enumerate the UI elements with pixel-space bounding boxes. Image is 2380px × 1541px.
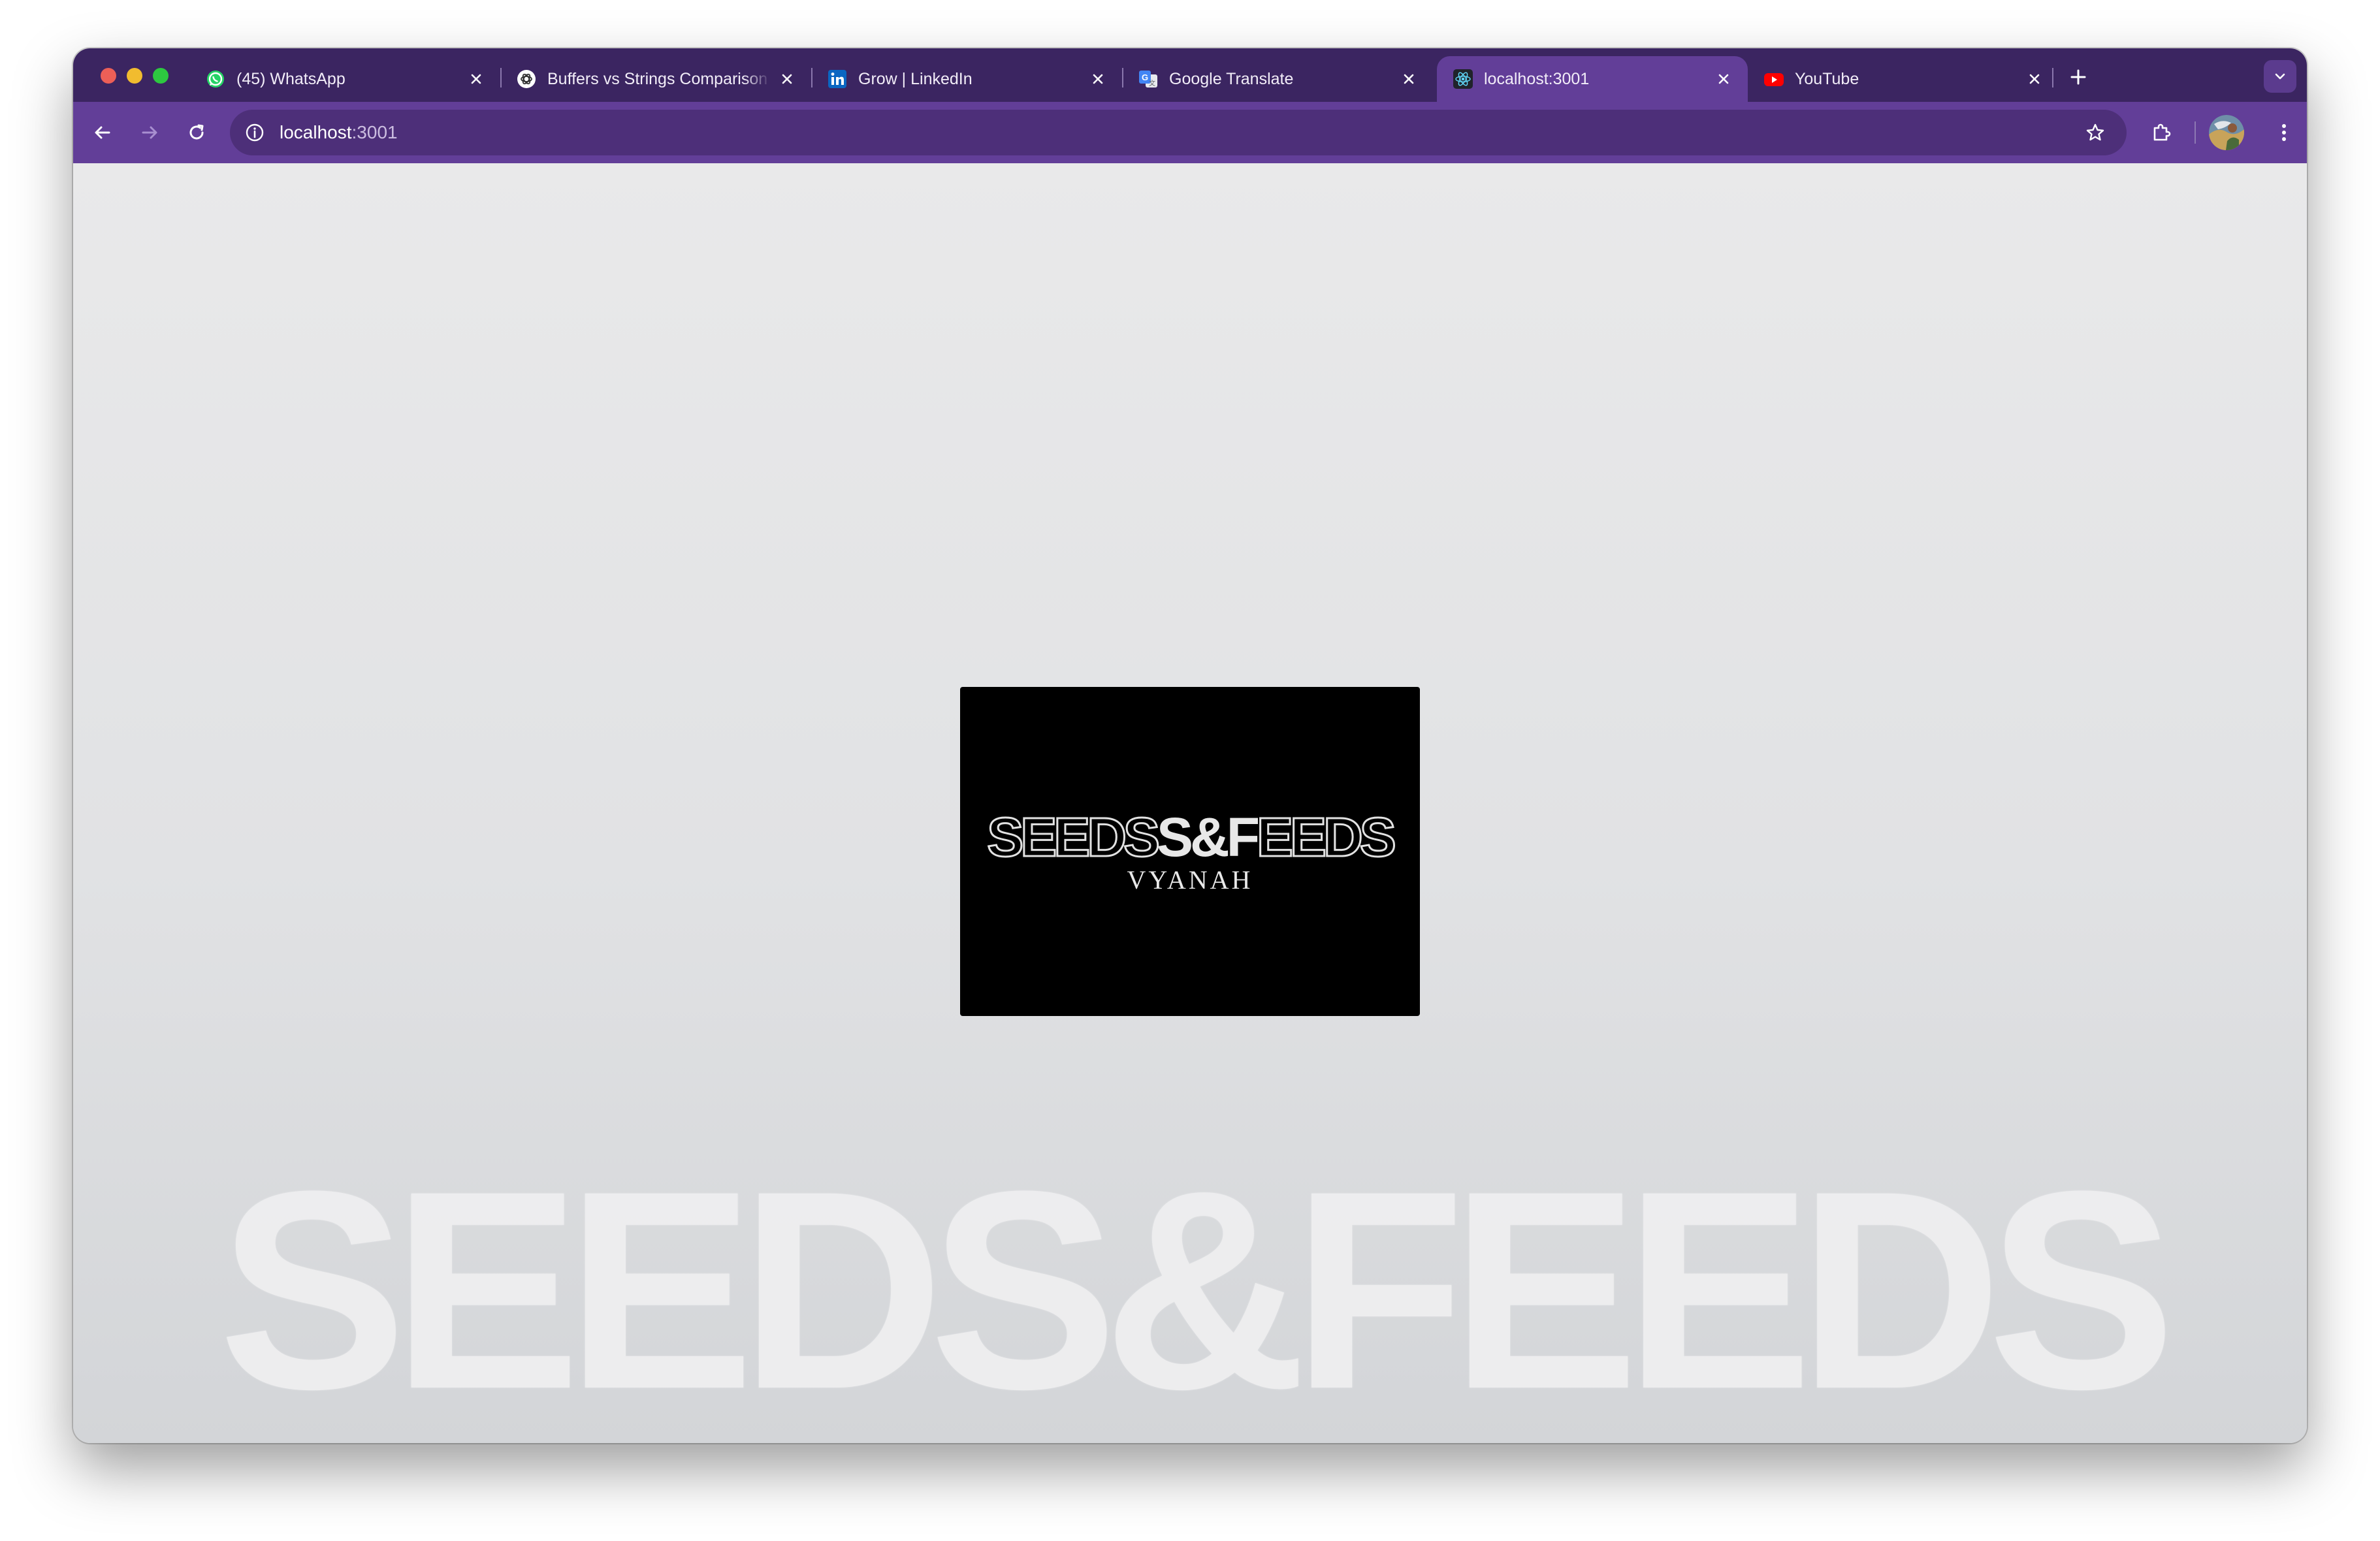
back-button[interactable] [88, 118, 118, 148]
tab-title: localhost:3001 [1484, 69, 1590, 88]
tab-strip: (45) WhatsApp Buffers vs Strings Compari… [73, 48, 2307, 102]
wordmark-part: SEEDS [986, 806, 1161, 868]
tab-localhost[interactable]: localhost:3001 [1437, 56, 1748, 102]
url-port: :3001 [351, 122, 398, 142]
svg-text:文: 文 [1149, 79, 1155, 87]
browser-toolbar: localhost:3001 [73, 102, 2307, 163]
profile-avatar[interactable] [2209, 115, 2244, 150]
background-watermark: SEEDS&FEEDS [218, 1132, 2176, 1443]
site-info-icon[interactable] [243, 121, 266, 144]
wordmark-part: S&F [1157, 806, 1260, 868]
puzzle-icon [2153, 123, 2171, 141]
tab-whatsapp[interactable]: (45) WhatsApp [189, 56, 500, 102]
browser-window: (45) WhatsApp Buffers vs Strings Compari… [73, 48, 2307, 1443]
url-host: localhost [280, 122, 352, 142]
new-tab-button[interactable] [2066, 65, 2090, 89]
openai-icon [516, 69, 537, 89]
address-bar[interactable]: localhost:3001 [230, 110, 2127, 155]
brand-logo-card: SEEDSS&FEEDS VYANAH [960, 687, 1420, 1016]
close-icon[interactable] [1714, 69, 1733, 89]
tab-title: YouTube [1795, 69, 1859, 88]
address-url: localhost:3001 [280, 110, 398, 155]
more-vertical-icon [2282, 124, 2286, 141]
forward-button[interactable] [135, 118, 165, 148]
brand-subtitle: VYANAH [1127, 865, 1253, 895]
youtube-icon [1763, 69, 1784, 89]
svg-text:G: G [1142, 72, 1148, 82]
tab-linkedin[interactable]: Grow | LinkedIn [811, 56, 1122, 102]
bookmark-star-icon[interactable] [2082, 119, 2108, 146]
tab-title: Buffers vs Strings Comparison [547, 69, 768, 88]
arrow-left-icon [95, 126, 110, 139]
tab-buffers-vs-strings[interactable]: Buffers vs Strings Comparison [500, 56, 811, 102]
tab-search-button[interactable] [2264, 60, 2296, 93]
tab-title: Google Translate [1169, 69, 1294, 88]
close-icon[interactable] [777, 69, 797, 89]
react-icon [1453, 69, 1473, 89]
close-icon[interactable] [466, 69, 486, 89]
page-viewport: SEEDS&FEEDS SEEDSS&FEEDS VYANAH [73, 163, 2307, 1443]
arrow-right-icon [142, 126, 157, 139]
tab-youtube[interactable]: YouTube [1748, 56, 2059, 102]
close-icon[interactable] [2025, 69, 2044, 89]
brand-wordmark: SEEDSS&FEEDS [960, 809, 1420, 866]
tab-title: Grow | LinkedIn [858, 69, 973, 88]
linkedin-icon [827, 69, 848, 89]
extensions-button[interactable] [2146, 118, 2176, 148]
toolbar-divider [2195, 121, 2196, 144]
tab-separator [2052, 68, 2053, 87]
maximize-window-button[interactable] [153, 68, 169, 84]
tab-title: (45) WhatsApp [236, 69, 346, 88]
wordmark-part: EEDS [1256, 806, 1398, 868]
google-translate-icon: G 文 [1138, 69, 1159, 89]
tab-google-translate[interactable]: G 文 Google Translate [1122, 56, 1433, 102]
browser-menu-button[interactable] [2269, 118, 2299, 148]
reload-button[interactable] [182, 118, 212, 148]
reload-icon [189, 124, 204, 140]
close-icon[interactable] [1399, 69, 1419, 89]
whatsapp-icon [205, 69, 226, 89]
chevron-down-icon [2275, 73, 2285, 80]
minimize-window-button[interactable] [127, 68, 142, 84]
close-icon[interactable] [1088, 69, 1108, 89]
close-window-button[interactable] [101, 68, 116, 84]
